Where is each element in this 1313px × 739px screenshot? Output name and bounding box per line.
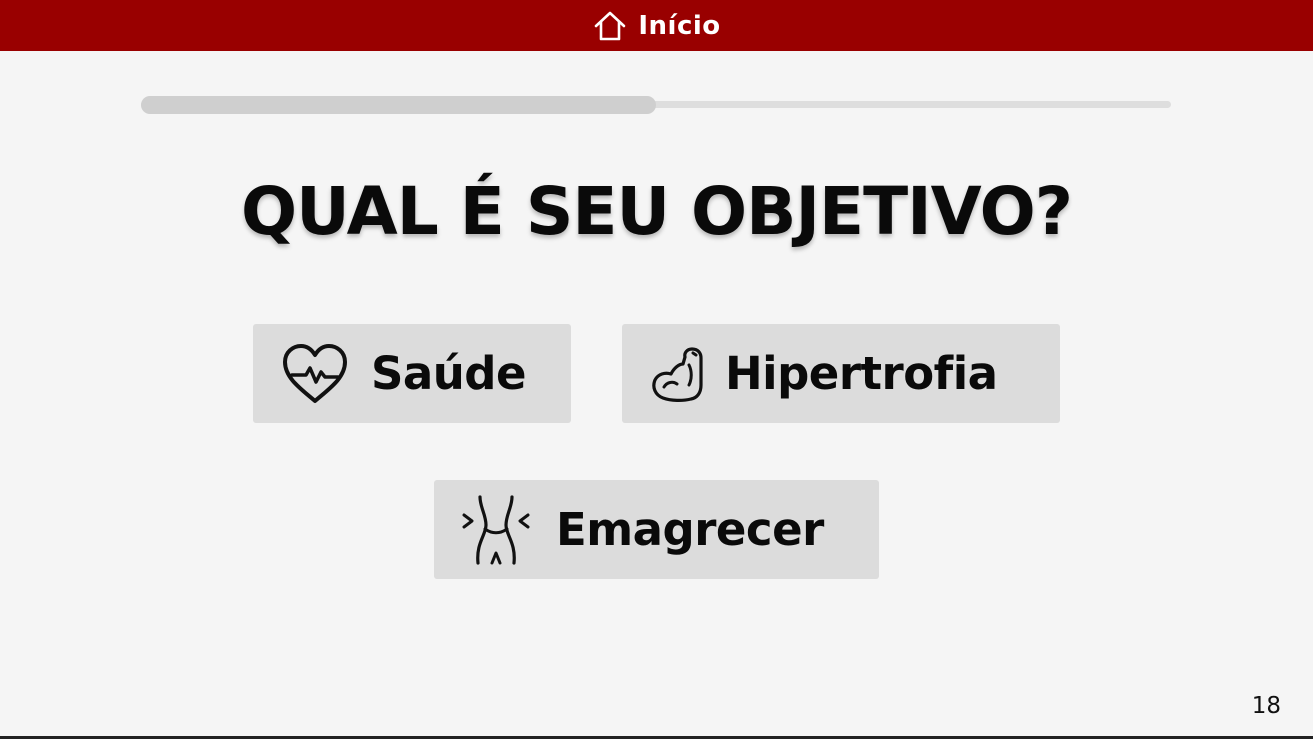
option-hipertrofia-label: Hipertrofia: [725, 347, 998, 400]
waist-icon: [462, 494, 530, 565]
page-number: 18: [1251, 693, 1281, 719]
option-hipertrofia-button[interactable]: Hipertrofia: [622, 324, 1060, 423]
header-bar: Início: [0, 0, 1313, 51]
heart-pulse-icon: [283, 343, 347, 403]
option-saude-label: Saúde: [371, 347, 527, 400]
home-icon[interactable]: [592, 8, 628, 44]
flexed-biceps-icon: [652, 346, 703, 402]
option-saude-button[interactable]: Saúde: [253, 324, 571, 423]
progress-bar-fill: [141, 96, 656, 114]
header-title[interactable]: Início: [638, 11, 720, 41]
option-emagrecer-label: Emagrecer: [556, 503, 824, 556]
progress-bar: [141, 96, 1171, 114]
question-title: QUAL É SEU OBJETIVO?: [241, 173, 1073, 250]
option-emagrecer-button[interactable]: Emagrecer: [434, 480, 879, 579]
